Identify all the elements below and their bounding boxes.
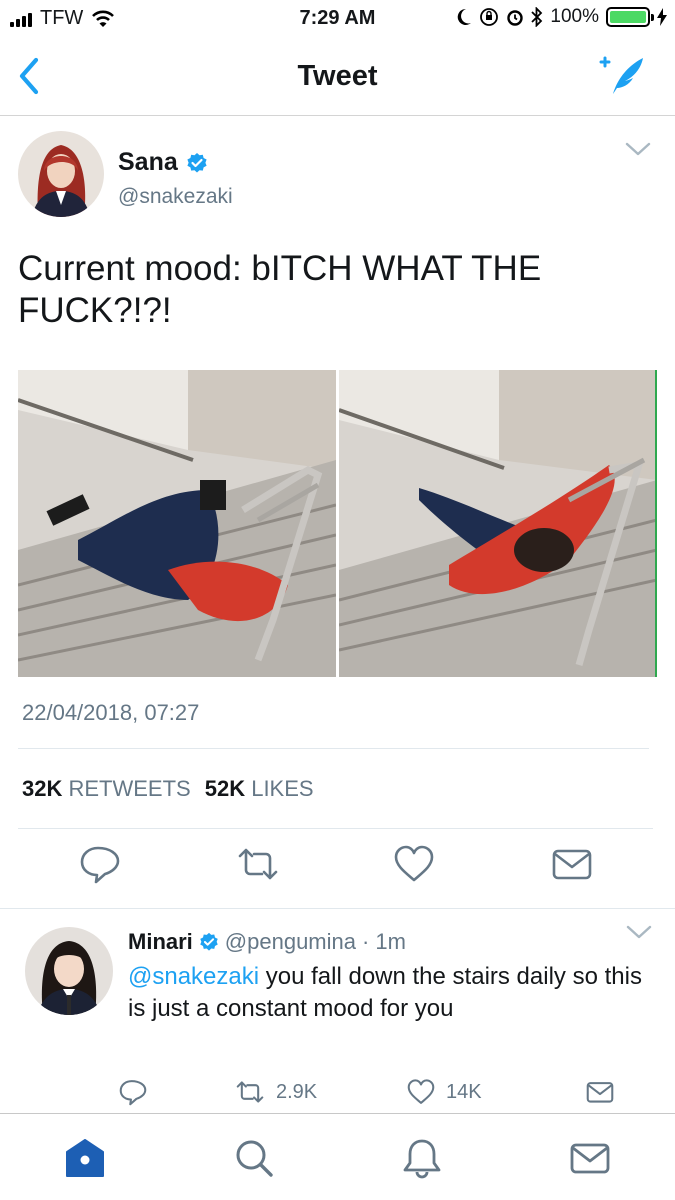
author-name-row[interactable]: Sana bbox=[118, 148, 233, 177]
verified-badge-icon bbox=[187, 152, 207, 172]
messages-icon[interactable] bbox=[568, 1136, 612, 1180]
reply-message-button[interactable] bbox=[584, 1077, 616, 1107]
reply-reply-button[interactable] bbox=[118, 1077, 148, 1107]
retweet-icon bbox=[236, 1081, 264, 1103]
tab-bar bbox=[0, 1113, 675, 1200]
media-photo-left[interactable] bbox=[18, 370, 336, 677]
author-avatar[interactable] bbox=[18, 131, 104, 217]
message-icon[interactable] bbox=[550, 842, 594, 886]
reply-icon bbox=[119, 1080, 147, 1106]
reply-text: @snakezaki you fall down the stairs dail… bbox=[128, 961, 663, 1025]
notifications-icon[interactable] bbox=[400, 1136, 444, 1180]
reply-actions: 2.9K 14K bbox=[0, 1077, 675, 1111]
retweets-stat[interactable]: 32K RETWEETS bbox=[22, 776, 191, 802]
divider bbox=[18, 828, 653, 829]
retweets-label: RETWEETS bbox=[68, 776, 191, 801]
reply-icon[interactable] bbox=[78, 842, 122, 886]
heart-icon bbox=[407, 1079, 435, 1104]
heart-icon[interactable] bbox=[392, 842, 436, 886]
reply-author-handle[interactable]: @pengumina bbox=[225, 929, 356, 955]
tweet-actions bbox=[0, 842, 675, 896]
reply-retweet-button[interactable]: 2.9K bbox=[234, 1077, 317, 1107]
media-photo-right[interactable] bbox=[339, 370, 657, 677]
orientation-lock-icon bbox=[480, 8, 499, 26]
verified-badge-icon bbox=[200, 932, 218, 951]
likes-count: 52K bbox=[204, 776, 246, 801]
reply-author-name[interactable]: Minari bbox=[128, 929, 193, 955]
page-title: Tweet bbox=[297, 60, 378, 92]
reply-avatar[interactable] bbox=[25, 927, 113, 1015]
reply-tweet[interactable]: Minari @pengumina · 1m @snakezaki you fa… bbox=[0, 908, 675, 1113]
author-name[interactable]: Sana bbox=[118, 148, 178, 177]
tweet-timestamp: 22/04/2018, 07:27 bbox=[22, 700, 200, 725]
tweet-options-chevron-icon[interactable] bbox=[624, 140, 652, 158]
reply-retweet-count: 2.9K bbox=[276, 1080, 318, 1103]
author-handle[interactable]: @snakezaki bbox=[118, 185, 233, 209]
reply-time: 1m bbox=[375, 929, 406, 954]
reply-like-button[interactable]: 14K bbox=[406, 1077, 482, 1107]
reply-options-chevron-icon[interactable] bbox=[625, 923, 653, 941]
battery-icon bbox=[606, 7, 654, 27]
retweets-count: 32K bbox=[22, 776, 63, 801]
alarm-icon bbox=[507, 10, 524, 26]
tweet-text: Current mood: bITCH WHAT THE FUCK?!?! bbox=[18, 249, 542, 330]
bluetooth-icon bbox=[531, 7, 543, 27]
likes-label: LIKES bbox=[251, 776, 314, 801]
retweet-icon[interactable] bbox=[236, 842, 280, 886]
tweet-author: Sana @snakezaki bbox=[118, 148, 233, 209]
home-icon[interactable] bbox=[63, 1136, 107, 1180]
reply-separator: · bbox=[362, 929, 370, 954]
compose-tweet-icon[interactable] bbox=[595, 54, 647, 98]
status-bar: TFW 7:29 AM 100% bbox=[0, 0, 675, 38]
message-icon bbox=[586, 1082, 614, 1103]
tweet-media[interactable] bbox=[18, 370, 657, 677]
search-icon[interactable] bbox=[232, 1136, 276, 1180]
likes-stat[interactable]: 52K LIKES bbox=[205, 776, 314, 802]
divider bbox=[18, 748, 649, 749]
status-right: 100% bbox=[456, 6, 667, 28]
battery-percent: 100% bbox=[550, 6, 599, 27]
reply-header: Minari @pengumina · 1m bbox=[128, 929, 406, 955]
reply-like-count: 14K bbox=[446, 1080, 482, 1103]
nav-bar: Tweet bbox=[0, 38, 675, 116]
tweet-stats: 32K RETWEETS 52K LIKES bbox=[22, 776, 314, 802]
moon-icon bbox=[458, 8, 472, 25]
charging-icon bbox=[657, 8, 667, 26]
reply-mention-link[interactable]: @snakezaki bbox=[128, 963, 259, 990]
